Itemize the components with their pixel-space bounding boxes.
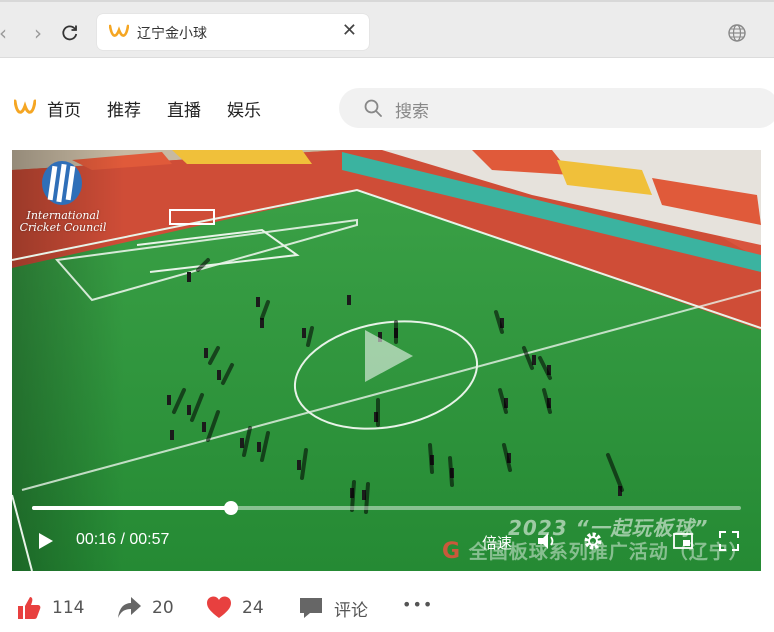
back-icon: ‹ xyxy=(0,21,7,45)
site-header: 首页 推荐 直播 娱乐 搜索 xyxy=(0,58,774,148)
pip-icon[interactable] xyxy=(672,530,694,552)
globe-icon[interactable] xyxy=(726,22,748,44)
comment-bubble-icon xyxy=(300,598,322,618)
thumbs-up-icon xyxy=(18,597,41,619)
browser-chrome: ‹ › 辽宁金小球 ✕ xyxy=(0,0,774,58)
progress-fill xyxy=(32,506,232,510)
comment-button[interactable]: 评论 xyxy=(298,595,368,621)
broadcaster-logo: International Cricket Council xyxy=(18,160,108,234)
progress-handle[interactable] xyxy=(224,501,239,515)
like-button[interactable]: 114 xyxy=(16,595,84,621)
time-display: 00:16 / 00:57 xyxy=(76,531,170,548)
icc-logo-line2: Cricket Council xyxy=(19,221,107,234)
icc-logo-icon xyxy=(42,161,82,205)
back-button[interactable]: ‹ xyxy=(0,20,16,46)
share-button[interactable]: 20 xyxy=(116,595,174,621)
comment-label: 评论 xyxy=(334,600,368,621)
tab-close-icon[interactable]: ✕ xyxy=(342,20,357,41)
progress-bar[interactable] xyxy=(32,501,741,515)
play-icon[interactable] xyxy=(38,532,54,550)
more-icon: ••• xyxy=(402,595,434,614)
favorite-button[interactable]: 24 xyxy=(206,595,264,621)
heart-icon xyxy=(207,596,231,618)
fullscreen-icon[interactable] xyxy=(718,530,740,552)
browser-tab[interactable]: 辽宁金小球 ✕ xyxy=(97,14,369,50)
more-button[interactable]: ••• xyxy=(402,595,433,614)
engagement-bar: 114 20 24 评论 ••• xyxy=(0,585,774,632)
settings-icon[interactable] xyxy=(582,530,604,552)
nav-item-home[interactable]: 首页 xyxy=(47,96,81,121)
search-placeholder: 搜索 xyxy=(395,102,429,122)
forward-button[interactable]: › xyxy=(25,20,51,46)
caption-logo-icon: G xyxy=(442,539,462,564)
nav-item-recommend[interactable]: 推荐 xyxy=(107,96,141,121)
search-input[interactable]: 搜索 xyxy=(339,88,774,128)
share-arrow-icon xyxy=(118,597,141,618)
tab-title: 辽宁金小球 xyxy=(137,26,207,42)
like-count: 114 xyxy=(52,598,85,618)
forward-icon: › xyxy=(34,21,42,45)
speed-button[interactable]: 倍速 xyxy=(482,532,512,553)
reload-icon xyxy=(62,25,78,41)
volume-icon[interactable] xyxy=(536,530,558,552)
search-icon xyxy=(364,99,382,117)
window-edge xyxy=(0,0,774,2)
reload-button[interactable] xyxy=(57,20,83,46)
video-player[interactable]: International Cricket Council 2023 “一起玩板… xyxy=(12,150,761,571)
nav-item-entertainment[interactable]: 娱乐 xyxy=(227,96,261,121)
favorite-count: 24 xyxy=(242,598,264,618)
share-count: 20 xyxy=(152,598,174,618)
center-play-icon[interactable] xyxy=(355,324,419,388)
nav-item-live[interactable]: 直播 xyxy=(167,96,201,121)
site-favicon-icon xyxy=(109,24,129,37)
site-logo-icon[interactable] xyxy=(14,99,36,117)
